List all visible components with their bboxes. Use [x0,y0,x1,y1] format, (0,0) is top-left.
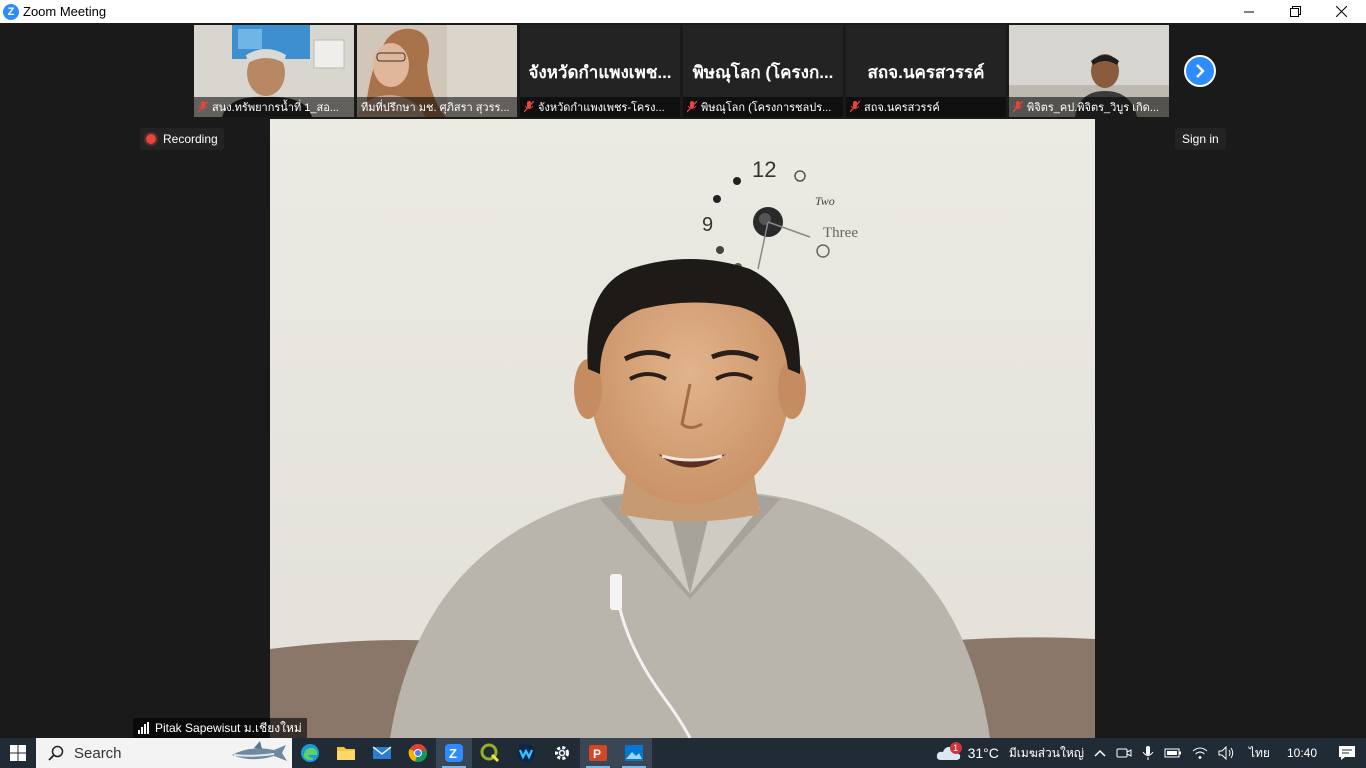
weather-badge: 1 [949,742,962,754]
weather-widget[interactable]: 1 31°C มีเมฆส่วนใหญ่ [936,742,1084,763]
participant-tile[interactable]: พิษณุโลก (โครงก... พิษณุโลก (โครงการชลปร… [683,25,843,117]
participant-tile[interactable]: สนง.ทรัพยากรน้ำที่ 1_สอ... [194,25,354,117]
active-speaker-video: 12 9 Two Three [270,119,1095,738]
mic-muted-icon [524,101,534,113]
recording-label: Recording [163,132,218,146]
tray-volume[interactable] [1218,746,1236,760]
file-explorer-icon [337,747,355,760]
taskbar-app-webex[interactable] [508,738,544,768]
taskbar-search-box[interactable]: Search [36,738,292,768]
shark-search-highlight-icon [232,741,287,761]
active-speaker-name: Pitak Sapewisut ม.เชียงใหม่ [133,718,307,738]
window-title: Zoom Meeting [23,4,107,19]
participant-name-placeholder: จังหวัดกำแพงเพช... [528,63,672,82]
tray-camera[interactable] [1116,746,1132,760]
participant-tile[interactable]: สถจ.นครสวรรค์ สถจ.นครสวรรค์ [846,25,1006,117]
battery-icon [1164,748,1181,758]
start-button[interactable] [0,738,36,768]
svg-text:Z: Z [449,746,457,761]
mic-muted-icon [687,101,697,113]
svg-text:P: P [593,747,601,761]
zoom-icon: Z [445,744,463,762]
powerpoint-icon: P [589,745,607,761]
mail-icon [372,746,392,759]
mic-muted-icon [1013,101,1023,113]
close-icon [1335,6,1347,17]
window-titlebar: Z Zoom Meeting [0,0,1366,23]
participant-tile[interactable]: พิจิตร_คป.พิจิตร_วิบูร เกิด... [1009,25,1169,117]
clock-time[interactable]: 10:40 [1287,746,1317,760]
participant-label: สนง.ทรัพยากรน้ำที่ 1_สอ... [194,97,354,117]
mic-muted-icon [198,101,208,113]
chevron-up-icon [1094,749,1106,757]
participant-name-placeholder: สถจ.นครสวรรค์ [867,63,985,82]
settings-icon [555,746,569,760]
chrome-icon [408,744,428,763]
camera-icon [1116,748,1132,758]
search-icon [48,745,64,761]
weather-temperature: 31°C [967,745,999,761]
participant-label: พิษณุโลก (โครงการชลปร... [683,97,843,117]
input-language[interactable]: ไทย [1249,744,1270,763]
svg-text:Two: Two [815,194,835,208]
taskbar-app-mail[interactable] [364,738,400,768]
participant-label: จังหวัดกำแพงเพชร-โครง... [520,97,680,117]
participant-tile[interactable]: จังหวัดกำแพงเพช... จังหวัดกำแพงเพชร-โครง… [520,25,680,117]
participant-label: สถจ.นครสวรรค์ [846,97,1006,117]
search-placeholder: Search [74,744,122,762]
taskbar-app-file-explorer[interactable] [328,738,364,768]
gallery-next-button[interactable] [1184,55,1216,87]
taskbar-app-powerpoint[interactable]: P [580,738,616,768]
microphone-icon [1142,746,1154,760]
close-button[interactable] [1318,0,1364,23]
participant-label: ทีมที่ปรึกษา มช. ศุภิสรา สุวรร... [357,97,517,117]
wifi-icon [1192,747,1208,759]
meeting-stage: สนง.ทรัพยากรน้ำที่ 1_สอ... ทีมที่ปรึกษา … [0,23,1366,738]
minimize-button[interactable] [1226,0,1272,23]
windows-logo-icon [10,745,26,761]
taskbar-app-photos[interactable] [616,738,652,768]
restore-button[interactable] [1272,0,1318,23]
photos-icon [625,745,643,761]
tray-microphone[interactable] [1142,745,1154,761]
speaker-volume-icon [1218,746,1234,760]
windows-taskbar: Search Z P 1 31°C มีเมฆส่วนใหญ่ ไทย 10:4… [0,738,1366,768]
qgis-icon [480,743,500,763]
restore-icon [1289,6,1301,17]
svg-text:12: 12 [752,157,776,182]
speaker-video-frame: 12 9 Two Three [270,119,1095,738]
mic-muted-icon [850,101,860,113]
recording-dot-icon [146,134,156,144]
tray-battery[interactable] [1164,747,1182,759]
participant-label: พิจิตร_คป.พิจิตร_วิบูร เกิด... [1009,97,1169,117]
webex-icon [517,744,535,762]
weather-description: มีเมฆส่วนใหญ่ [1008,745,1084,760]
chevron-right-icon [1196,64,1205,78]
zoom-logo-icon: Z [3,3,19,20]
taskbar-app-edge[interactable] [292,738,328,768]
signal-strength-icon [138,722,149,734]
participant-tile[interactable]: ทีมที่ปรึกษา มช. ศุภิสรา สุวรร... [357,25,517,117]
taskbar-app-settings[interactable] [544,738,580,768]
recording-indicator[interactable]: Recording [140,128,224,150]
participant-name-placeholder: พิษณุโลก (โครงก... [692,63,834,82]
system-tray: 1 31°C มีเมฆส่วนใหญ่ ไทย 10:40 [931,738,1366,768]
svg-text:Three: Three [823,225,858,241]
taskbar-app-qgis[interactable] [472,738,508,768]
edge-icon [301,744,319,762]
taskbar-app-chrome[interactable] [400,738,436,768]
tray-network[interactable] [1192,746,1208,760]
minimize-icon [1243,11,1254,13]
notification-center-button[interactable] [1338,745,1356,761]
notification-icon [1339,746,1355,760]
gallery-strip: สนง.ทรัพยากรน้ำที่ 1_สอ... ทีมที่ปรึกษา … [194,25,1169,117]
taskbar-app-zoom[interactable]: Z [436,738,472,768]
sign-in-button[interactable]: Sign in [1175,128,1226,150]
svg-text:9: 9 [702,214,713,236]
show-hidden-icons-button[interactable] [1094,749,1106,757]
